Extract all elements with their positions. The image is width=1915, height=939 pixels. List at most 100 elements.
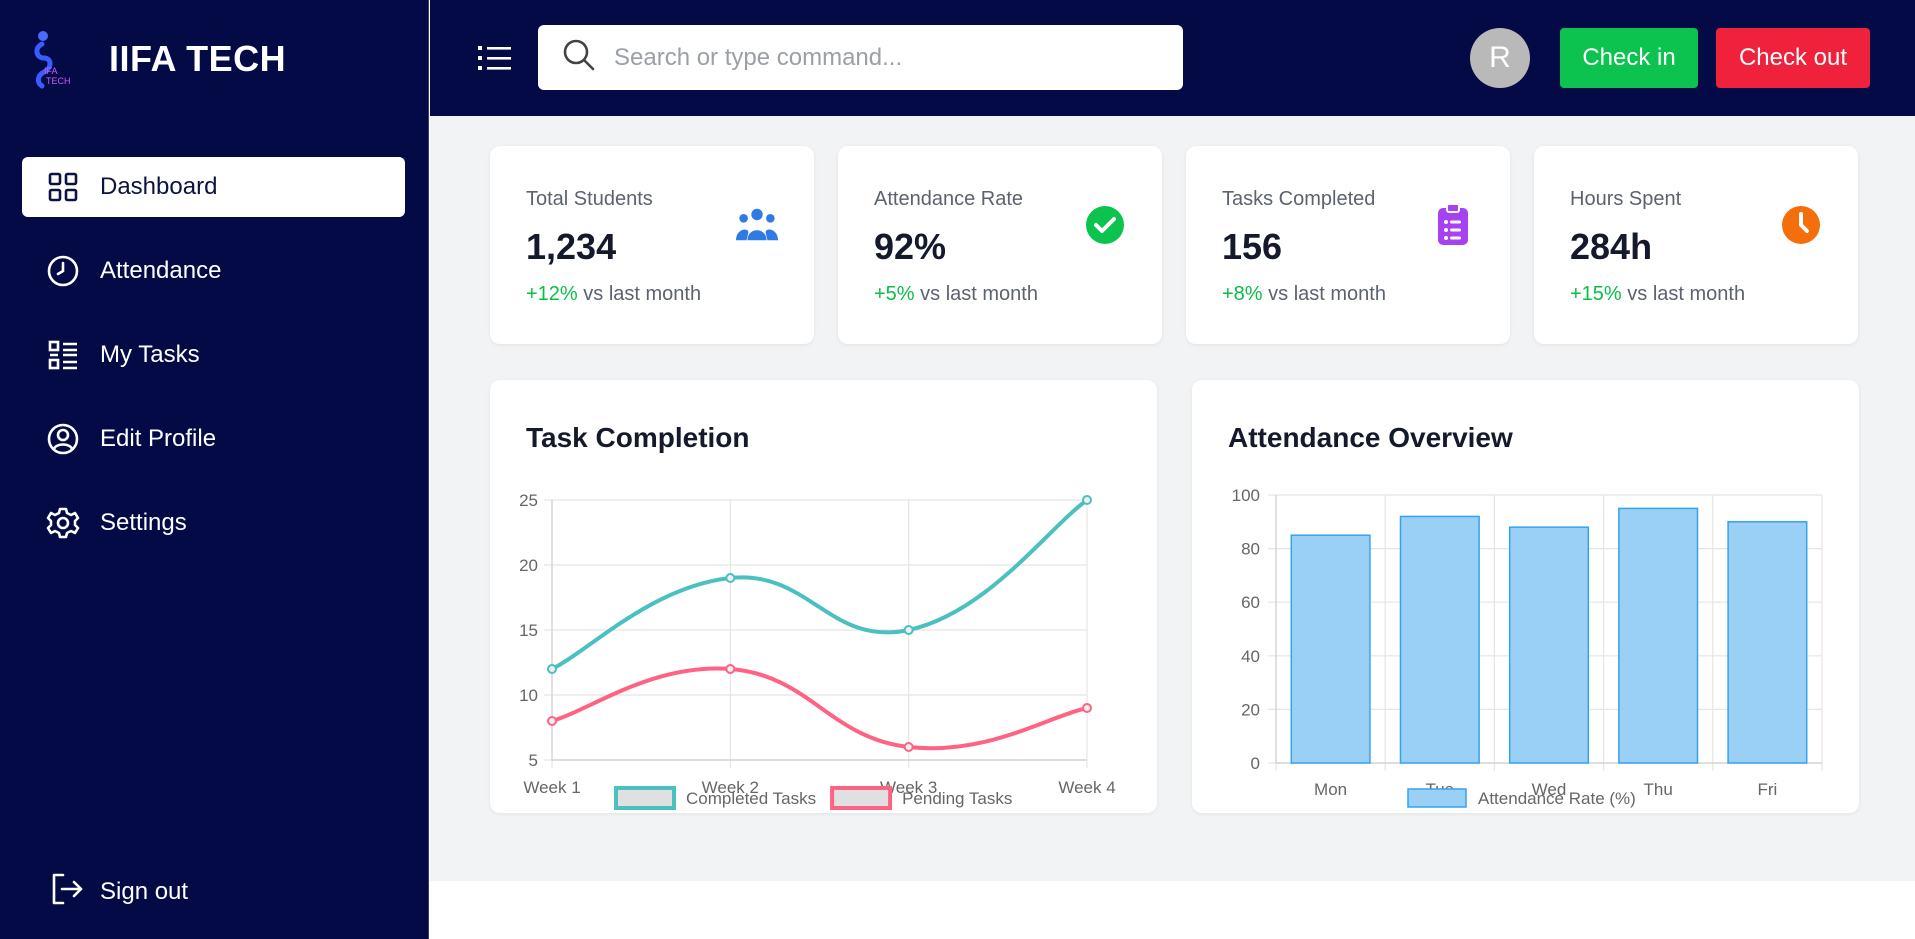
attendance-overview-card: Attendance Overview 020406080100MonTueWe… [1192,380,1859,813]
data-point [725,664,736,674]
sidebar-item-label: Attendance [100,257,222,284]
y-tick-label: 10 [519,686,538,705]
series-line-1 [551,498,1089,671]
y-tick-label: 100 [1232,486,1260,505]
y-tick-label: 15 [519,621,538,640]
stat-delta-suffix: vs last month [577,283,702,305]
stat-delta-suffix: vs last month [914,283,1038,305]
x-tick-label: Mon [1314,780,1347,799]
x-tick-label: Thu [1644,780,1673,799]
check-in-button[interactable]: Check in [1560,28,1698,88]
data-point [725,573,736,583]
x-tick-label: Week 4 [1058,778,1115,797]
stat-card-tasks-completed: Tasks Completed 156 +8% vs last month [1186,146,1510,344]
stat-card-hours-spent: Hours Spent 284h +15% vs last month [1534,146,1858,344]
clock-icon [46,254,80,288]
clock-filled-icon [1780,204,1822,246]
check-out-button[interactable]: Check out [1716,28,1870,88]
stat-delta: +15% [1570,283,1622,305]
data-point [547,664,557,674]
stat-label: Tasks Completed [1222,188,1376,210]
stat-label: Total Students [526,188,653,210]
sidebar-item-label: Edit Profile [100,425,217,452]
sidebar-item-label: My Tasks [100,341,200,368]
y-tick-label: 20 [1241,700,1260,719]
task-completion-card: Task Completion 5 10 15 20 25 Week 1 Week 2 Wee… [490,380,1157,813]
bar-mon [1290,534,1371,764]
topbar: R Check in Check out [430,0,1915,116]
sidebar-item-my-tasks[interactable]: My Tasks [22,325,405,385]
legend-swatch [830,786,893,810]
sidebar-item-attendance[interactable]: Attendance [22,241,405,301]
bar-fri [1727,521,1808,764]
users-icon [736,204,778,246]
stat-label: Attendance Rate [874,188,1023,210]
svg-text:TECH: TECH [46,76,71,86]
list-icon [46,338,80,372]
y-tick-label: 20 [519,556,538,575]
stat-trend: +12% vs last month [526,283,701,306]
y-tick-label: 80 [1241,540,1260,559]
stat-trend: +8% vs last month [1222,283,1386,306]
x-tick-label: Week 1 [523,778,580,797]
sidebar-item-edit-profile[interactable]: Edit Profile [22,409,405,469]
brand-name: IIFA TECH [109,38,287,79]
x-tick-label: Fri [1757,780,1777,799]
svg-text:IFA: IFA [44,66,58,76]
legend-swatch [614,786,676,810]
stat-value: 1,234 [526,226,617,267]
data-point [1082,703,1092,713]
y-tick-label: 5 [529,751,538,770]
data-point [547,716,557,726]
sidebar-item-settings[interactable]: Settings [22,493,405,553]
legend-label: Completed Tasks [686,789,816,808]
menu-toggle-icon[interactable] [478,45,512,71]
brand-logo-icon: IFA TECH [34,31,71,89]
sidebar: IFA TECH IIFA TECH Dashboard Attendance [0,0,429,939]
stat-trend: +15% vs last month [1570,283,1745,306]
sign-out-icon [50,872,84,911]
legend-swatch [1407,788,1467,808]
stat-trend: +5% vs last month [874,283,1038,306]
avatar[interactable]: R [1470,28,1530,88]
sidebar-item-label: Dashboard [100,173,218,200]
stat-value: 284h [1570,226,1653,267]
sidebar-item-label: Settings [100,509,187,536]
stat-delta: +12% [526,283,578,305]
stat-value: 156 [1222,226,1283,267]
task-completion-chart: 510152025Week 1 Week 2 Week 3 Week 4Complet… [519,491,1116,810]
clipboard-icon [1432,204,1474,246]
stat-value: 92% [874,226,947,267]
stat-delta-suffix: vs last month [1262,283,1386,305]
sign-out-label: Sign out [100,877,189,905]
sign-out-button[interactable]: Sign out [50,872,188,911]
stat-card-total-students: Total Students 1,234 +12% vs last month [490,146,814,344]
y-tick-label: 0 [1251,754,1260,773]
brand[interactable]: IFA TECH IIFA TECH [30,28,286,90]
data-point [903,742,914,752]
bar-wed [1508,526,1590,764]
bar-tue [1399,515,1480,764]
stat-label: Hours Spent [1570,188,1682,210]
gear-icon [46,506,80,540]
series-line-2 [551,666,1088,751]
check-circle-icon [1084,204,1126,246]
dashboard-main: Total Students 1,234 +12% vs last month … [430,116,1915,881]
y-tick-label: 40 [1241,647,1260,666]
attendance-overview-chart: 020406080100MonTueWedThuFriAttendance Ra… [1232,486,1823,808]
stat-delta: +5% [874,283,915,305]
stat-delta-suffix: vs last month [1621,283,1746,305]
search-input[interactable] [614,43,1174,72]
y-tick-label: 25 [519,491,538,510]
search-icon [562,38,596,77]
search-bar [538,25,1183,90]
data-point [1082,495,1092,505]
grid-icon [46,170,80,204]
sidebar-item-dashboard[interactable]: Dashboard [22,157,405,217]
user-circle-icon [46,422,80,456]
legend-label: Pending Tasks [902,789,1012,808]
y-tick-label: 60 [1241,593,1260,612]
legend-label: Attendance Rate (%) [1478,789,1636,808]
data-point [903,625,914,635]
stat-card-attendance-rate: Attendance Rate 92% +5% vs last month [838,146,1162,344]
